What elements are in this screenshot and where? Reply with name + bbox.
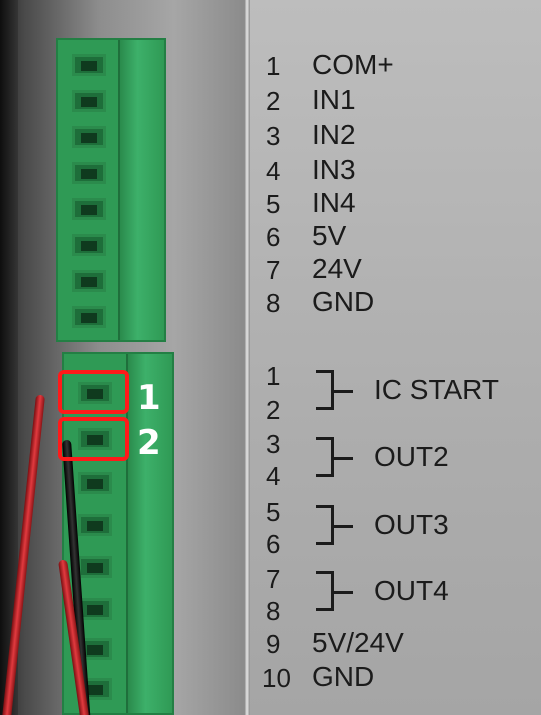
output-group-label: IC START	[374, 374, 499, 405]
output-pin-number: 9	[266, 629, 281, 659]
relay-bracket	[316, 370, 353, 410]
terminal-slot	[72, 306, 106, 328]
input-pin-number: 4	[266, 156, 281, 186]
terminal-slot	[78, 556, 112, 578]
input-pin-label: COM+	[312, 49, 394, 80]
callout-number-1: 1	[137, 378, 161, 418]
terminal-slot	[72, 126, 106, 148]
terminal-slot	[72, 270, 106, 292]
input-pin-number: 5	[266, 189, 281, 219]
input-pin-label: IN2	[312, 119, 356, 150]
terminal-slot	[78, 472, 112, 494]
terminal-block-rib	[118, 40, 164, 340]
input-pin-number: 8	[266, 288, 281, 318]
output-pin-number: 6	[266, 529, 281, 559]
input-pin-number: 1	[266, 51, 281, 81]
input-pin-label: IN3	[312, 154, 356, 185]
output-pin-number: 10	[262, 663, 291, 693]
input-pin-label: IN4	[312, 187, 356, 218]
output-pin-number: 3	[266, 429, 281, 459]
panel-seam	[244, 0, 250, 715]
terminal-slot	[72, 90, 106, 112]
output-group-label: OUT3	[374, 509, 449, 540]
device-photo: 1 2 1 COM+ 2 IN1 3 IN2 4 IN3 5 IN4 6 5V …	[0, 0, 541, 715]
metal-panel-right	[248, 0, 541, 715]
output-pin-label: GND	[312, 661, 375, 692]
input-pin-label: GND	[312, 286, 375, 317]
callout-number-2: 2	[137, 423, 161, 463]
relay-bracket	[316, 437, 353, 477]
terminal-slot	[72, 54, 106, 76]
terminal-slot	[72, 234, 106, 256]
terminal-slot	[72, 198, 106, 220]
output-group-label: OUT4	[374, 575, 449, 606]
input-terminal-block	[56, 38, 166, 342]
output-pin-number: 8	[266, 596, 281, 626]
input-pin-number: 6	[266, 222, 281, 252]
input-pin-label: 5V	[312, 220, 347, 251]
output-pin-label: 5V/24V	[312, 627, 404, 658]
terminal-slot	[72, 162, 106, 184]
callout-box-1	[58, 370, 129, 414]
terminal-slot	[78, 514, 112, 536]
relay-bracket	[316, 571, 353, 611]
input-pin-number: 7	[266, 255, 281, 285]
output-pin-number: 4	[266, 461, 281, 491]
output-pin-number: 2	[266, 395, 281, 425]
input-pin-number: 3	[266, 121, 281, 151]
output-pin-number: 7	[266, 564, 281, 594]
input-pin-label: IN1	[312, 84, 356, 115]
input-pin-number: 2	[266, 86, 281, 116]
callout-box-2	[58, 417, 129, 461]
relay-bracket	[316, 505, 353, 545]
output-pin-number: 1	[266, 361, 281, 391]
input-pin-label: 24V	[312, 253, 362, 284]
output-group-label: OUT2	[374, 441, 449, 472]
output-pin-number: 5	[266, 497, 281, 527]
